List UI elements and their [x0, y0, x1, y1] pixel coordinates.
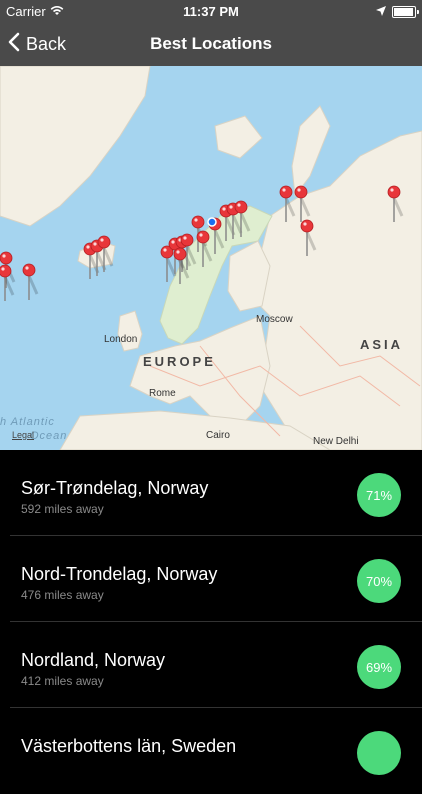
navigation-bar: Back Best Locations	[0, 22, 422, 66]
score-badge	[357, 731, 401, 775]
battery-icon	[392, 5, 419, 18]
location-distance: 412 miles away	[21, 674, 104, 688]
list-item[interactable]: Nord-Trondelag, Norway 476 miles away 70…	[0, 536, 422, 622]
user-location-dot	[207, 217, 217, 227]
location-name: Nordland, Norway	[21, 650, 166, 670]
map-pin[interactable]	[300, 219, 317, 256]
location-name: Sør-Trøndelag, Norway	[21, 478, 209, 498]
map-pin[interactable]	[294, 185, 311, 222]
status-bar: Carrier 11:37 PM	[0, 0, 422, 22]
map-pins	[0, 185, 404, 301]
list-item[interactable]: Nordland, Norway 412 miles away 69%	[0, 622, 422, 708]
location-distance: 592 miles away	[21, 502, 104, 516]
list-item[interactable]: Sør-Trøndelag, Norway 592 miles away 71%	[0, 450, 422, 536]
map-view[interactable]: Moscow London EUROPE ASIA Rome Cairo New…	[0, 66, 422, 450]
page-title: Best Locations	[150, 34, 272, 53]
score-badge: 70%	[357, 559, 401, 603]
map-pin[interactable]	[279, 185, 296, 222]
map-pin[interactable]	[0, 264, 15, 301]
status-time: 11:37 PM	[183, 4, 239, 19]
map-pin[interactable]	[22, 263, 39, 300]
status-right	[376, 4, 419, 19]
map-pin[interactable]	[196, 230, 213, 267]
location-list: Sør-Trøndelag, Norway 592 miles away 71%…	[0, 450, 422, 775]
location-name: Västerbottens län, Sweden	[21, 736, 237, 756]
location-name: Nord-Trondelag, Norway	[21, 564, 218, 584]
map-pin[interactable]	[160, 245, 177, 282]
score-badge: 71%	[357, 473, 401, 517]
list-item[interactable]: Västerbottens län, Sweden	[0, 708, 422, 794]
location-distance: 476 miles away	[21, 588, 104, 602]
location-arrow-icon	[376, 4, 386, 19]
score-badge: 69%	[357, 645, 401, 689]
map-pin[interactable]	[387, 185, 404, 222]
